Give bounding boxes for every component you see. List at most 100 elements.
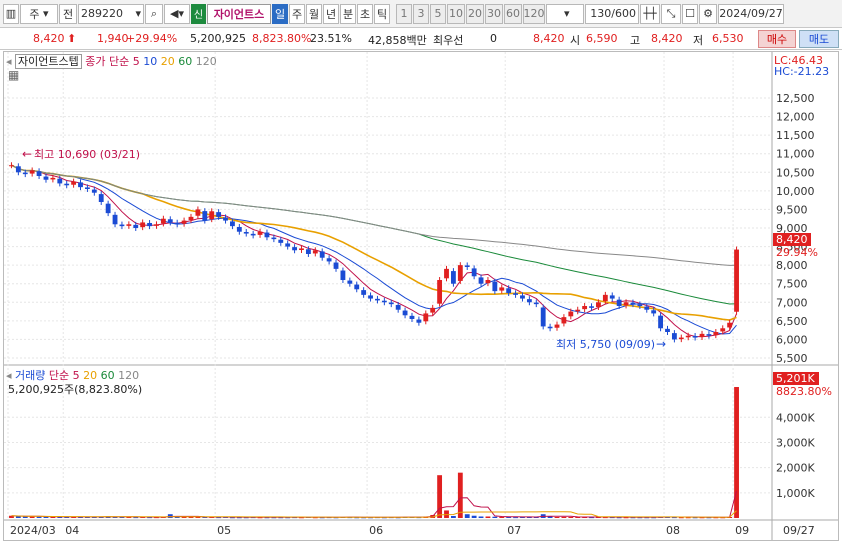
price-change: 1,940: [97, 32, 129, 45]
interval-3[interactable]: 3: [413, 3, 429, 24]
candle-body: [50, 177, 56, 180]
interval-30[interactable]: 30: [485, 3, 503, 24]
tab-year[interactable]: 년: [323, 3, 339, 24]
candle-body: [554, 324, 560, 328]
volume-tick-label: 1,000K: [776, 487, 815, 500]
candle-body: [361, 290, 367, 295]
tab-minute[interactable]: 분: [340, 3, 356, 24]
chart-area[interactable]: 12,500 12,000 11,500 11,000 10,500 10,000 9,50…: [3, 51, 839, 541]
candle-body: [699, 333, 705, 338]
interval-120[interactable]: 120: [523, 3, 545, 24]
candle-body: [174, 222, 180, 225]
volume-ma-20-line: [11, 510, 737, 518]
candle-body: [285, 243, 291, 247]
date-field[interactable]: 2024/09/27: [718, 3, 784, 24]
right-arrow-icon: →: [656, 337, 666, 351]
y-axis-ticks: 12,500 12,000 11,500 11,000 10,500 10,000 9,50…: [776, 92, 815, 365]
candle-body: [381, 300, 387, 303]
candle-type-icon[interactable]: ┼┼: [640, 3, 660, 24]
checkbox-icon[interactable]: ☐: [682, 3, 698, 24]
candle-body: [326, 258, 332, 262]
period-label[interactable]: 전: [59, 3, 77, 24]
ma-20: 20: [160, 55, 175, 68]
best-bid-value: 0: [490, 32, 497, 45]
buy-button[interactable]: 매수: [758, 30, 796, 48]
tab-week[interactable]: 주: [289, 3, 305, 24]
x-tick-label: 05: [217, 524, 231, 537]
tab-day[interactable]: 일: [272, 3, 288, 24]
stock-tag[interactable]: 자이언트스텝: [15, 54, 82, 69]
interval-60[interactable]: 60: [504, 3, 522, 24]
y-tick-label: 9,500: [776, 203, 808, 216]
y-tick-label: 5,500: [776, 352, 808, 365]
stock-name-field[interactable]: 자이언트스: [207, 3, 271, 24]
volume-bars: [9, 387, 739, 519]
window-icon[interactable]: ▥: [3, 3, 19, 24]
line-tool-icon[interactable]: ⤡: [661, 3, 681, 24]
volume-bar: [36, 516, 42, 518]
candle-body: [119, 224, 125, 227]
tab-second[interactable]: 초: [357, 3, 373, 24]
y-tick-label: 11,500: [776, 129, 815, 142]
high-annotation: 최고 10,690 (03/21): [34, 148, 140, 161]
candle-body: [540, 307, 546, 327]
candle-body: [29, 170, 35, 174]
interval-5[interactable]: 5: [430, 3, 446, 24]
current-price: 8,420: [33, 32, 65, 45]
stock-code-input[interactable]: 289220 ▾: [78, 3, 144, 24]
toolbar: ▥ 주 ▾ 전 289220 ▾ ⌕ ◀▾ 신 자이언트스 일 주 월 년 분 초…: [0, 0, 842, 28]
candle-body: [133, 224, 139, 228]
candle-body: [9, 165, 14, 167]
candle-body: [64, 183, 70, 186]
y-tick-label: 10,500: [776, 166, 815, 179]
ma-5: 5: [132, 55, 140, 68]
candle-body: [665, 328, 670, 332]
interval-20[interactable]: 20: [466, 3, 484, 24]
x-tick-label: 07: [507, 524, 521, 537]
count-field[interactable]: 130/600: [585, 3, 639, 24]
volume-tick-label: 2,000K: [776, 462, 815, 475]
candle-body: [305, 249, 311, 254]
menu-icon[interactable]: ◂: [6, 55, 12, 68]
candle-body: [685, 335, 691, 338]
volume-bar: [457, 472, 463, 518]
volume-summary: 5,200,925주(8,823.80%): [8, 383, 143, 396]
candle-body: [98, 194, 104, 202]
candles: [9, 162, 739, 343]
candle-body: [658, 315, 664, 329]
candle-body: [209, 211, 215, 220]
volume-tick-label: 3,000K: [776, 436, 815, 449]
y-tick-label: 10,000: [776, 185, 815, 198]
x-end-label: 09/27: [783, 524, 815, 537]
candle-body: [450, 271, 456, 284]
candle-body: [347, 280, 353, 284]
sell-button[interactable]: 매도: [799, 30, 839, 48]
market-type-select[interactable]: 주 ▾: [20, 3, 58, 24]
tab-month[interactable]: 월: [306, 3, 322, 24]
candle-body: [388, 302, 394, 305]
interval-1[interactable]: 1: [396, 3, 412, 24]
candle-body: [409, 315, 415, 319]
candle-body: [167, 219, 173, 223]
sound-icon[interactable]: ◀▾: [164, 3, 190, 24]
open-price: 6,590: [586, 32, 618, 45]
candle-body: [160, 218, 166, 224]
volume-current-pct-tag: 8823.80%: [776, 385, 832, 398]
candle-body: [478, 277, 484, 284]
up-arrow-icon: ⬆: [67, 32, 77, 45]
candle-body: [596, 302, 601, 308]
candle-body: [734, 249, 739, 312]
candle-body: [22, 172, 28, 175]
tab-tick[interactable]: 틱: [374, 3, 390, 24]
interval-custom-input[interactable]: ▾: [546, 3, 584, 24]
gear-icon[interactable]: ⚙: [699, 3, 717, 24]
y-tick-label: 12,500: [776, 92, 815, 105]
interval-10[interactable]: 10: [447, 3, 465, 24]
volume-bar: [492, 516, 498, 518]
x-tick-label: 06: [369, 524, 383, 537]
candle-body: [181, 220, 187, 224]
volume-bar: [568, 516, 574, 518]
stock-chart-svg[interactable]: 12,500 12,000 11,500 11,000 10,500 10,000 9,50…: [4, 52, 838, 540]
table-icon[interactable]: ▦: [8, 68, 19, 82]
search-icon[interactable]: ⌕: [145, 3, 163, 24]
